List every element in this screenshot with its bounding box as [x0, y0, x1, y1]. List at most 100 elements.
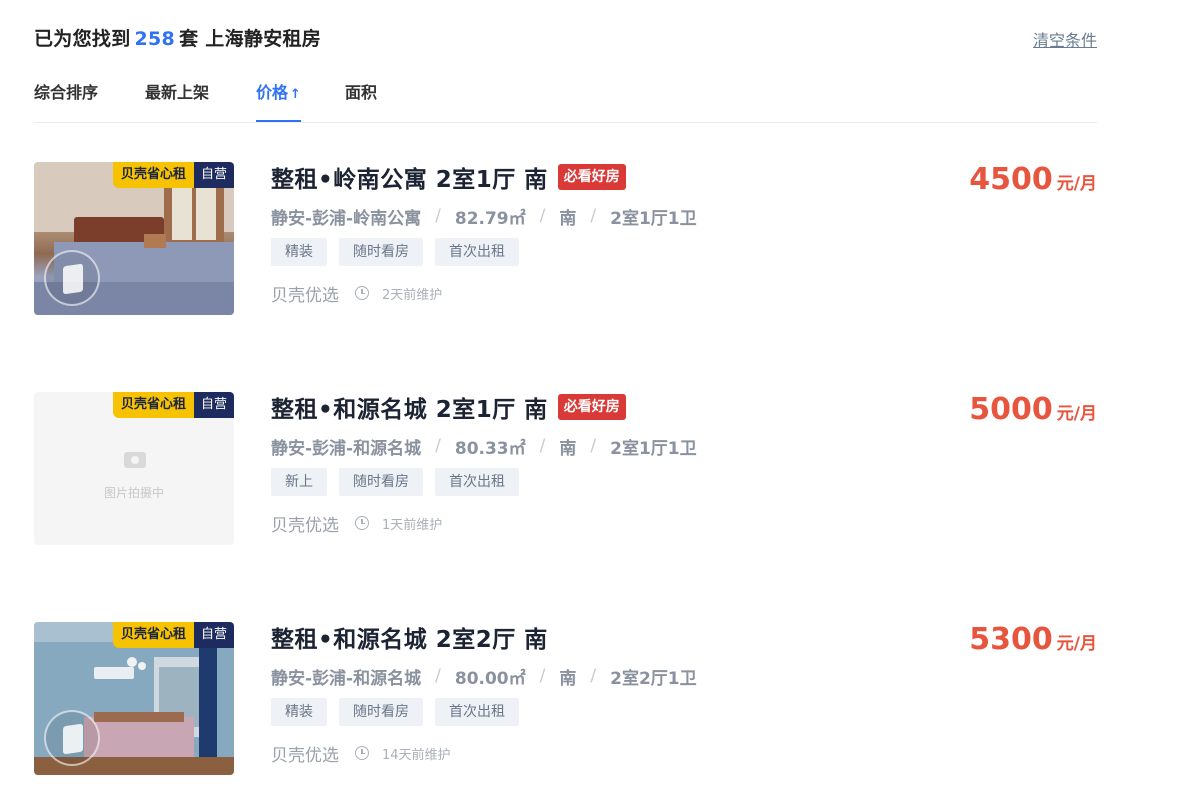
orientation: 南 — [559, 438, 577, 459]
brand-badge: 贝壳省心租 自营 — [112, 622, 234, 648]
listing-info: 整租•岭南公寓 2室1厅 南 必看好房 静安-彭浦-岭南公寓 / 82.79㎡ … — [271, 160, 697, 306]
community[interactable]: 静安-彭浦-岭南公寓 — [271, 204, 421, 229]
price: 4500 元/月 — [969, 162, 1097, 197]
photo-placeholder-text: 图片拍摄中 — [103, 486, 164, 500]
clock-icon — [355, 746, 369, 760]
listing-card[interactable]: 图片拍摄中 贝壳省心租 自营 整租•和源名城 2室1厅 南 必看好房 静安-彭浦… — [34, 392, 1097, 545]
tag-list: 新上 随时看房 首次出租 — [271, 468, 697, 496]
tab-area[interactable]: 面积 — [345, 78, 377, 122]
divider: / — [590, 436, 597, 456]
price: 5300 元/月 — [969, 622, 1097, 657]
listing-info: 整租•和源名城 2室1厅 南 必看好房 静安-彭浦-和源名城 / 80.33㎡ … — [271, 390, 697, 536]
camera-icon — [124, 452, 146, 468]
vr-icon[interactable] — [44, 710, 100, 766]
price-value: 4500 — [969, 162, 1053, 197]
area: 80.00㎡ — [454, 668, 526, 689]
brand-badge: 贝壳省心租 自营 — [112, 392, 234, 418]
result-title: 已为您找到 258 套 上海静安租房 — [34, 24, 1097, 54]
sxz-badge: 贝壳省心租 — [112, 162, 194, 188]
layout: 2室2厅1卫 — [610, 668, 697, 689]
brand-label: 贝壳优选 — [271, 285, 339, 306]
self-operated-badge: 自营 — [193, 622, 234, 648]
tab-label: 面积 — [345, 83, 378, 102]
tag: 首次出租 — [435, 238, 519, 266]
must-see-badge: 必看好房 — [557, 164, 626, 190]
community[interactable]: 静安-彭浦-和源名城 — [271, 664, 421, 689]
community[interactable]: 静安-彭浦-和源名城 — [271, 434, 421, 459]
tab-default-sort[interactable]: 综合排序 — [34, 78, 98, 122]
clock-icon — [355, 286, 369, 300]
tag: 精装 — [271, 698, 327, 726]
tag: 随时看房 — [339, 698, 423, 726]
divider: / — [435, 436, 441, 456]
maintained-time: 14天前维护 — [382, 747, 451, 763]
listing-desc: 静安-彭浦-和源名城 / 80.00㎡ / 南 / 2室2厅1卫 — [271, 664, 697, 689]
brand-badge: 贝壳省心租 自营 — [112, 162, 234, 188]
listing-desc: 静安-彭浦-和源名城 / 80.33㎡ / 南 / 2室1厅1卫 — [271, 434, 697, 459]
tag: 随时看房 — [339, 238, 423, 266]
tab-newest[interactable]: 最新上架 — [145, 78, 209, 122]
brand-label: 贝壳优选 — [271, 515, 339, 536]
tab-label: 综合排序 — [34, 83, 99, 102]
listing-card[interactable]: 贝壳省心租 自营 整租•岭南公寓 2室1厅 南 必看好房 静安-彭浦-岭南公寓 … — [34, 162, 1097, 315]
sort-arrow-icon: ↑ — [290, 87, 301, 102]
price-unit: 元/月 — [1056, 174, 1097, 194]
listing-title[interactable]: 整租•和源名城 2室2厅 南 — [271, 620, 548, 654]
tag: 随时看房 — [339, 468, 423, 496]
area: 82.79㎡ — [454, 208, 526, 229]
result-suffix: 套 上海静安租房 — [179, 28, 322, 50]
listing-meta: 贝壳优选 2天前维护 — [271, 282, 697, 306]
listing-desc: 静安-彭浦-岭南公寓 / 82.79㎡ / 南 / 2室1厅1卫 — [271, 204, 697, 229]
self-operated-badge: 自营 — [193, 162, 234, 188]
self-operated-badge: 自营 — [193, 392, 234, 418]
maintained-time: 2天前维护 — [382, 287, 443, 303]
divider: / — [539, 666, 546, 686]
must-see-badge: 必看好房 — [557, 394, 626, 420]
tab-price[interactable]: 价格 ↑ — [256, 78, 301, 122]
layout: 2室1厅1卫 — [610, 438, 697, 459]
tag-list: 精装 随时看房 首次出租 — [271, 238, 697, 266]
listing-title[interactable]: 整租•和源名城 2室1厅 南 — [271, 390, 548, 424]
tag: 新上 — [271, 468, 327, 496]
tag: 精装 — [271, 238, 327, 266]
divider: / — [435, 666, 441, 686]
divider: / — [539, 436, 546, 456]
divider: / — [435, 206, 441, 226]
result-header: 已为您找到 258 套 上海静安租房 清空条件 — [34, 24, 1097, 54]
orientation: 南 — [559, 668, 577, 689]
listing-photo[interactable]: 贝壳省心租 自营 — [34, 162, 234, 315]
maintained-time: 1天前维护 — [382, 517, 443, 533]
tag: 首次出租 — [435, 468, 519, 496]
tab-label: 最新上架 — [145, 83, 210, 102]
clear-filters-link[interactable]: 清空条件 — [1033, 27, 1097, 51]
listing-title[interactable]: 整租•岭南公寓 2室1厅 南 — [271, 160, 548, 194]
listing-info: 整租•和源名城 2室2厅 南 静安-彭浦-和源名城 / 80.00㎡ / 南 /… — [271, 620, 697, 766]
sort-tabs: 综合排序 最新上架 价格 ↑ 面积 — [34, 78, 1097, 123]
brand-label: 贝壳优选 — [271, 745, 339, 766]
divider: / — [590, 666, 597, 686]
orientation: 南 — [559, 208, 577, 229]
area: 80.33㎡ — [454, 438, 526, 459]
listing-photo[interactable]: 图片拍摄中 贝壳省心租 自营 — [34, 392, 234, 545]
clock-icon — [355, 516, 369, 530]
price: 5000 元/月 — [969, 392, 1097, 427]
listing-meta: 贝壳优选 14天前维护 — [271, 742, 697, 766]
vr-icon[interactable] — [44, 250, 100, 306]
price-unit: 元/月 — [1056, 404, 1097, 424]
price-value: 5300 — [969, 622, 1053, 657]
divider: / — [539, 206, 546, 226]
price-value: 5000 — [969, 392, 1053, 427]
listing-card[interactable]: 贝壳省心租 自营 整租•和源名城 2室2厅 南 静安-彭浦-和源名城 / 80.… — [34, 622, 1097, 775]
result-count: 258 — [134, 28, 176, 50]
result-prefix: 已为您找到 — [34, 28, 131, 50]
tab-label: 价格 — [256, 83, 289, 102]
tag-list: 精装 随时看房 首次出租 — [271, 698, 697, 726]
layout: 2室1厅1卫 — [610, 208, 697, 229]
tag: 首次出租 — [435, 698, 519, 726]
listing-meta: 贝壳优选 1天前维护 — [271, 512, 697, 536]
listing-photo[interactable]: 贝壳省心租 自营 — [34, 622, 234, 775]
sxz-badge: 贝壳省心租 — [112, 392, 194, 418]
price-unit: 元/月 — [1056, 634, 1097, 654]
sxz-badge: 贝壳省心租 — [112, 622, 194, 648]
divider: / — [590, 206, 597, 226]
